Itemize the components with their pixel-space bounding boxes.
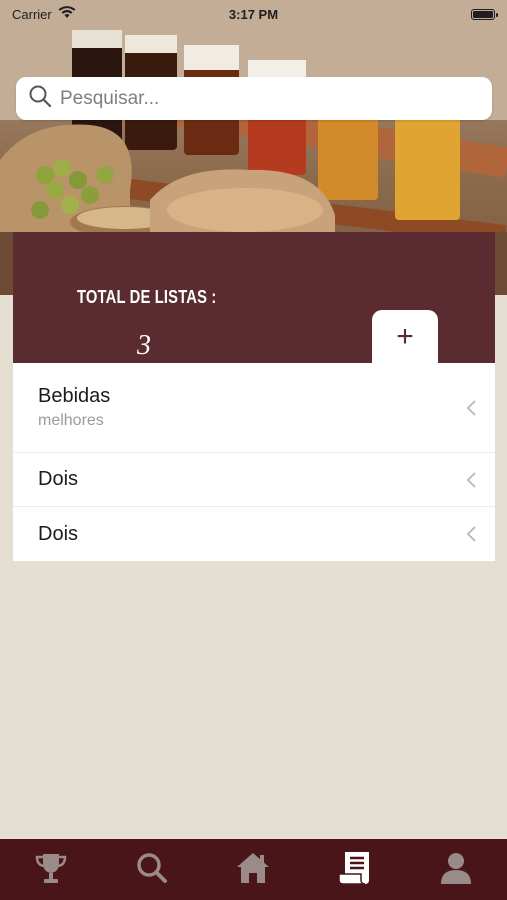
list-item-title: Dois: [38, 522, 79, 545]
chevron-left-icon: [466, 399, 476, 416]
list-icon: [338, 851, 369, 885]
status-left: Carrier: [12, 6, 76, 22]
chevron-left-icon: [466, 471, 476, 488]
battery-icon: [471, 8, 498, 20]
tab-bar: [0, 839, 507, 900]
chevron-left-icon: [466, 526, 476, 542]
shopping-lists: Bebidas melhores Dois Dois: [13, 363, 495, 561]
list-item-title: Bebidas: [38, 385, 111, 407]
search-input[interactable]: [60, 87, 480, 110]
trophy-icon: [35, 853, 66, 883]
list-item-subtitle: melhores: [38, 412, 104, 429]
total-panel: TOTAL DE LISTAS : 3 +: [13, 232, 495, 363]
total-count: 3: [137, 330, 151, 361]
tab-home[interactable]: [228, 843, 278, 893]
total-label: TOTAL DE LISTAS :: [77, 287, 217, 307]
wifi-icon: [58, 6, 76, 22]
tab-lists[interactable]: [330, 843, 380, 893]
home-icon: [237, 852, 270, 883]
tab-rankings[interactable]: [26, 843, 76, 893]
list-item[interactable]: Dois: [13, 453, 495, 507]
list-item-title: Dois: [38, 468, 79, 490]
search-icon: [28, 84, 52, 113]
user-icon: [441, 852, 472, 884]
list-item[interactable]: Bebidas melhores: [13, 363, 495, 453]
list-item[interactable]: Dois: [13, 507, 495, 561]
search-icon: [137, 852, 168, 883]
status-time: 3:17 PM: [228, 6, 279, 22]
search-bar[interactable]: [16, 77, 492, 120]
tab-profile[interactable]: [431, 843, 481, 893]
add-list-button[interactable]: +: [372, 310, 438, 363]
status-bar: Carrier 3:17 PM: [0, 0, 507, 28]
tab-search[interactable]: [127, 843, 177, 893]
carrier-label: Carrier: [12, 6, 52, 22]
